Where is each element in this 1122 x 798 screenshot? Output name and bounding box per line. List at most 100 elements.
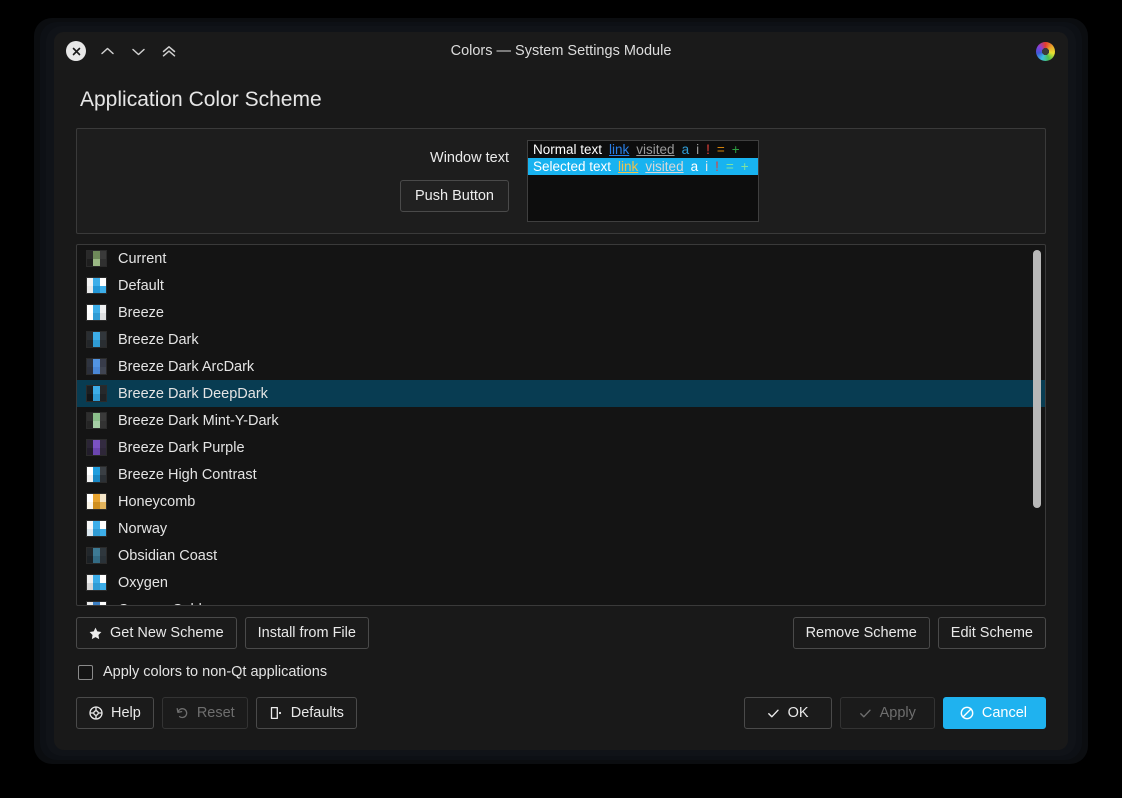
scheme-preview-icon (86, 250, 107, 267)
scheme-list-item[interactable]: Norway (77, 515, 1045, 542)
scheme-preview-icon (86, 601, 107, 605)
preview-selected-active: a (690, 159, 699, 174)
titlebar-buttons (54, 40, 180, 62)
push-button[interactable]: Push Button (400, 180, 509, 212)
apply-non-qt-label: Apply colors to non-Qt applications (103, 664, 328, 680)
screen: Colors — System Settings Module Applicat… (0, 0, 1122, 798)
apply-non-qt-row[interactable]: Apply colors to non-Qt applications (76, 664, 1046, 680)
reset-button[interactable]: Reset (161, 697, 248, 729)
scheme-list-item-label: Breeze (118, 304, 164, 321)
edit-scheme-button[interactable]: Edit Scheme (937, 617, 1046, 649)
install-from-file-button[interactable]: Install from File (244, 617, 369, 649)
close-button[interactable] (65, 40, 87, 62)
apply-check-icon (859, 707, 872, 720)
scheme-list-item[interactable]: Honeycomb (77, 488, 1045, 515)
preview-text-view: Normal text link visited a i ! = + Selec… (527, 140, 759, 222)
scheme-list-item[interactable]: Oxygen (77, 569, 1045, 596)
cancel-button[interactable]: Cancel (942, 697, 1046, 729)
preview-left-column: Window text Push Button (77, 150, 527, 212)
reset-label: Reset (196, 705, 235, 721)
preview-normal-positive: + (731, 142, 740, 157)
preview-selected-negative: ! (715, 159, 719, 174)
scheme-list-item[interactable]: Breeze Dark DeepDark (77, 380, 1045, 407)
preview-normal-negative: ! (706, 142, 710, 157)
defaults-label: Defaults (290, 705, 344, 721)
preview-selected-neutral: = (725, 159, 734, 174)
scheme-list-item[interactable]: Oxygen Cold (77, 596, 1045, 606)
document-revert-icon (269, 706, 283, 720)
help-label: Help (111, 705, 141, 721)
scheme-list-item[interactable]: Breeze Dark ArcDark (77, 353, 1045, 380)
star-icon (89, 627, 102, 640)
scheme-preview-icon (86, 439, 107, 456)
chevron-down-icon (131, 46, 146, 57)
scheme-list-item-label: Obsidian Coast (118, 547, 218, 564)
remove-scheme-button[interactable]: Remove Scheme (792, 617, 930, 649)
scheme-list-item-label: Breeze Dark Purple (118, 439, 245, 456)
preview-normal-neutral: = (716, 142, 725, 157)
check-icon (767, 707, 780, 720)
scheme-preview-icon (86, 547, 107, 564)
list-scrollbar-thumb[interactable] (1033, 250, 1041, 508)
scheme-list-item-label: Oxygen Cold (118, 602, 202, 606)
collapse-button[interactable] (158, 40, 180, 62)
page-body: Application Color Scheme Window text Pus… (54, 70, 1068, 729)
scheme-list-item-label: Oxygen (118, 574, 168, 591)
preview-selected-link: link (618, 159, 639, 174)
ok-button[interactable]: OK (743, 697, 832, 729)
get-new-scheme-button[interactable]: Get New Scheme (76, 617, 237, 649)
scheme-preview-icon (86, 358, 107, 375)
preview-selected-visited: visited (645, 159, 684, 174)
scheme-list-item[interactable]: Breeze High Contrast (77, 461, 1045, 488)
next-button[interactable] (127, 40, 149, 62)
page-title: Application Color Scheme (80, 88, 322, 111)
color-preview-group: Window text Push Button Normal text link… (76, 128, 1046, 234)
scheme-action-row: Get New Scheme Install from File Remove … (76, 617, 1046, 649)
scheme-list-item-label: Default (118, 277, 164, 294)
ok-label: OK (787, 705, 809, 721)
scheme-list-item-label: Current (118, 250, 167, 267)
scheme-list-item[interactable]: Breeze Dark Mint-Y-Dark (77, 407, 1045, 434)
scheme-preview-icon (86, 277, 107, 294)
preview-normal-link: link (609, 142, 630, 157)
list-scrollbar[interactable] (1032, 248, 1042, 602)
apply-button[interactable]: Apply (839, 697, 935, 729)
scheme-preview-icon (86, 574, 107, 591)
chevron-up-icon (100, 46, 115, 57)
scheme-list-item[interactable]: Default (77, 272, 1045, 299)
color-scheme-list-items: Current Default Breeze Breeze Dark Breeze Da… (77, 245, 1045, 605)
preview-selected-inactive: i (705, 159, 709, 174)
dialog-button-row: Help Reset Defaults OK Apply Cancel (76, 697, 1046, 729)
color-wheel-icon (1036, 41, 1055, 61)
double-chevron-up-icon (161, 45, 177, 58)
scheme-list-item[interactable]: Obsidian Coast (77, 542, 1045, 569)
scheme-list-item-label: Honeycomb (118, 493, 196, 510)
help-icon (89, 706, 103, 720)
defaults-button[interactable]: Defaults (255, 697, 357, 729)
preview-normal-inactive: i (696, 142, 700, 157)
scheme-list-item[interactable]: Breeze Dark (77, 326, 1045, 353)
scheme-preview-icon (86, 331, 107, 348)
scheme-list-item-label: Breeze Dark DeepDark (118, 385, 268, 402)
scheme-list-item[interactable]: Current (77, 245, 1045, 272)
scheme-preview-icon (86, 385, 107, 402)
scheme-list-item-label: Breeze Dark Mint-Y-Dark (118, 412, 279, 429)
help-button[interactable]: Help (76, 697, 154, 729)
titlebar-app-icon (1036, 41, 1068, 61)
cancel-label: Cancel (981, 705, 1027, 721)
scheme-list-item-label: Breeze Dark (118, 331, 199, 348)
color-scheme-list[interactable]: Current Default Breeze Breeze Dark Breeze Da… (76, 244, 1046, 606)
window-text-label: Window text (430, 150, 509, 166)
preview-normal-active: a (681, 142, 690, 157)
apply-non-qt-checkbox[interactable] (78, 664, 93, 680)
get-new-scheme-label: Get New Scheme (110, 625, 224, 641)
scheme-preview-icon (86, 520, 107, 537)
preview-normal-text: Normal text (533, 142, 603, 157)
previous-button[interactable] (96, 40, 118, 62)
scheme-list-item-label: Norway (118, 520, 168, 537)
preview-selected-positive: + (740, 159, 749, 174)
window-title: Colors — System Settings Module (450, 43, 672, 59)
scheme-list-item[interactable]: Breeze (77, 299, 1045, 326)
scheme-list-item[interactable]: Breeze Dark Purple (77, 434, 1045, 461)
titlebar: Colors — System Settings Module (54, 32, 1068, 70)
